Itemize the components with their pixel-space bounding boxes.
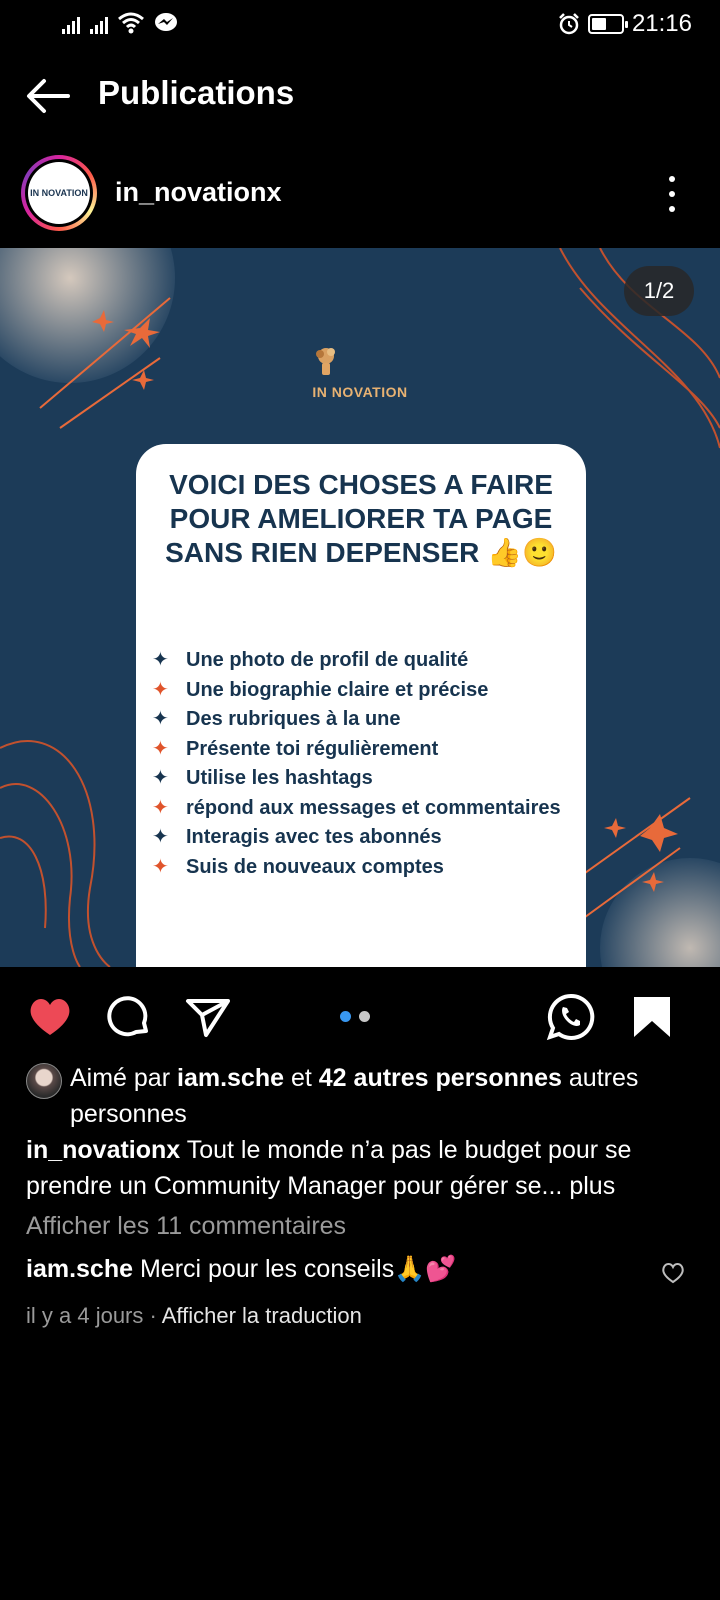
lightbulb-logo-icon (316, 348, 335, 375)
sparkle-bullet-icon: ✦ (152, 708, 169, 730)
post-header: IN NOVATION in_novationx (0, 154, 720, 234)
brand-logo: IN NOVATION (300, 348, 420, 412)
tip-text: Une biographie claire et précise (186, 678, 489, 701)
tip-text: Présente toi régulièrement (186, 737, 439, 760)
likes-and: et (290, 1064, 312, 1092)
tip-text: Interagis avec tes abonnés (186, 826, 442, 848)
tips-list: ✦ Une photo de profil de qualité ✦ Une biog… (152, 646, 582, 882)
alarm-icon (559, 13, 579, 35)
post-caption: in_novationx Tout le monde n’a pas le bu… (26, 1132, 706, 1204)
liker-avatar (26, 1063, 62, 1099)
post-time: il y a 4 jours (26, 1303, 144, 1328)
carousel-counter-badge: 1/2 (624, 266, 694, 316)
post-image[interactable]: 1/2 IN NOVATION VOICI DES CHOSES A FAIRE… (0, 248, 720, 967)
caption-username[interactable]: in_novationx (26, 1136, 180, 1164)
avatar-logo: IN NOVATION (28, 162, 90, 224)
view-comments-link[interactable]: Afficher les 11 commentaires (26, 1212, 346, 1241)
sparkle-bullet-icon: ✦ (152, 767, 169, 789)
tip-item: ✦ Une photo de profil de qualité (152, 646, 582, 676)
comment-text: Merci pour les conseils🙏💕 (139, 1255, 457, 1283)
likes-summary[interactable]: Aimé par iam.sche et 42 autres personnes… (26, 1060, 706, 1132)
comment-heart-icon[interactable] (661, 1262, 685, 1284)
card-title: VOICI DES CHOSES A FAIRE POUR AMELIORER … (136, 468, 586, 570)
sparkle-bullet-icon: ✦ (152, 678, 169, 701)
tip-item: ✦ Suis de nouveaux comptes (152, 853, 582, 883)
sparkle-bullet-icon: ✦ (152, 826, 169, 848)
comment-username[interactable]: iam.sche (26, 1255, 133, 1283)
sparkle-bullet-icon: ✦ (152, 737, 169, 760)
profile-avatar[interactable]: IN NOVATION (21, 155, 97, 231)
carousel-dots (340, 1011, 370, 1022)
share-icon[interactable] (184, 993, 232, 1041)
tip-text: Suis de nouveaux comptes (186, 855, 444, 878)
likes-text: Aimé par iam.sche et 42 autres personnes… (26, 1060, 706, 1132)
comment-row: iam.sche Merci pour les conseils🙏💕 (26, 1255, 457, 1284)
tip-item: ✦ répond aux messages et commentaires (152, 794, 582, 824)
sparkle-bullet-icon: ✦ (152, 649, 169, 671)
signal-icon (62, 14, 80, 34)
wifi-icon (118, 12, 144, 34)
logo-text: IN NOVATION (312, 384, 408, 400)
carousel-dot (359, 1011, 370, 1022)
whatsapp-icon[interactable] (546, 992, 596, 1042)
page-title: Publications (98, 74, 295, 111)
carousel-dot (340, 1011, 351, 1022)
thumbs-up-emoji: 👍🙂 (487, 537, 557, 568)
meta-separator: · (149, 1303, 157, 1328)
top-bar: Publications (0, 60, 720, 130)
content-card: VOICI DES CHOSES A FAIRE POUR AMELIORER … (136, 444, 586, 967)
likes-prefix: Aimé par (70, 1064, 171, 1092)
status-icons-left (62, 12, 178, 34)
comment-icon[interactable] (106, 993, 154, 1041)
back-arrow-icon[interactable] (24, 76, 72, 116)
liker-username[interactable]: iam.sche (177, 1064, 284, 1092)
battery-icon (587, 14, 628, 34)
tip-text: répond aux messages et commentaires (186, 796, 561, 819)
tip-item: ✦ Interagis avec tes abonnés (152, 823, 582, 853)
bookmark-filled-icon[interactable] (628, 993, 676, 1041)
tip-item: ✦ Une biographie claire et précise (152, 676, 582, 706)
status-icons-right: 21:16 (558, 10, 692, 38)
status-bar: 21:16 (0, 0, 720, 48)
messenger-notification-icon (155, 13, 177, 31)
sparkle-bullet-icon: ✦ (152, 796, 169, 819)
tip-item: ✦ Des rubriques à la une (152, 705, 582, 735)
post-username[interactable]: in_novationx (115, 177, 282, 208)
tip-item: ✦ Présente toi régulièrement (152, 735, 582, 765)
heart-filled-icon[interactable] (26, 993, 74, 1041)
signal-icon (90, 14, 108, 34)
caption-more-link[interactable]: plus (569, 1172, 615, 1200)
tip-text: Des rubriques à la une (186, 708, 401, 730)
see-translation-link[interactable]: Afficher la traduction (162, 1303, 362, 1328)
tip-item: ✦ Utilise les hashtags (152, 764, 582, 794)
sparkle-bullet-icon: ✦ (152, 855, 169, 878)
post-actions (0, 985, 720, 1049)
tip-text: Une photo de profil de qualité (186, 649, 469, 671)
post-meta: il y a 4 jours · Afficher la traduction (26, 1303, 362, 1329)
likes-others-count[interactable]: 42 autres personnes (319, 1064, 562, 1092)
status-time: 21:16 (631, 10, 692, 37)
more-options-icon[interactable] (664, 174, 680, 214)
tip-text: Utilise les hashtags (186, 767, 373, 789)
